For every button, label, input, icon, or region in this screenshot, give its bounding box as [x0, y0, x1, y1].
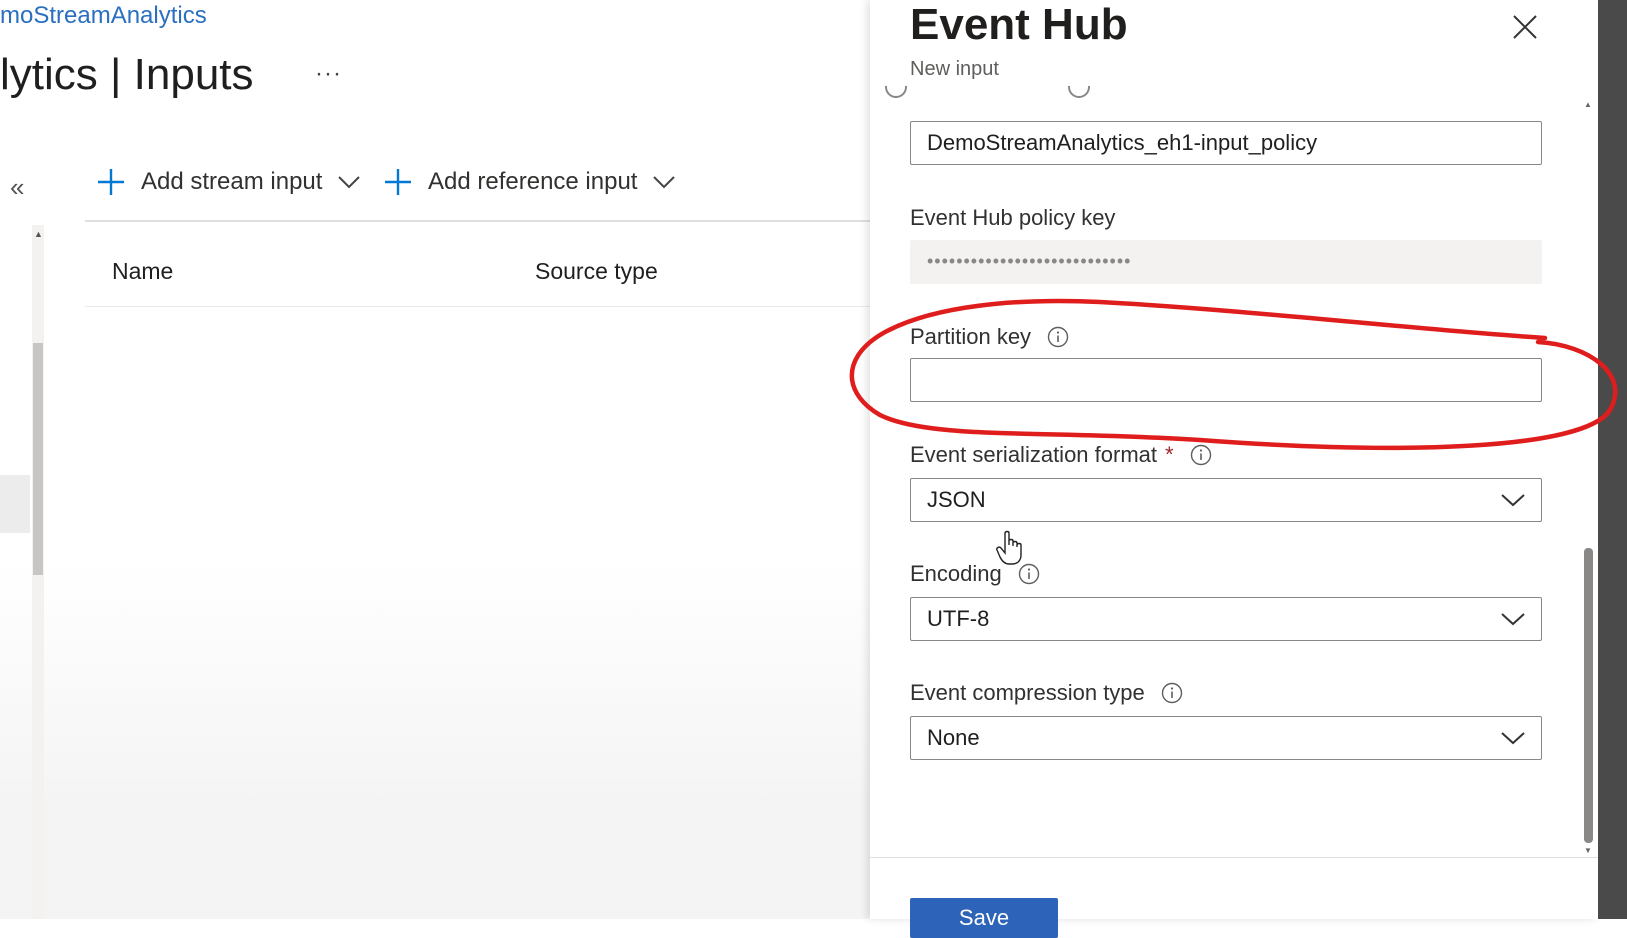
chevron-down-icon — [1501, 613, 1525, 626]
compression-type-dropdown[interactable]: None — [910, 716, 1542, 760]
encoding-dropdown[interactable]: UTF-8 — [910, 597, 1542, 641]
partition-key-input[interactable] — [910, 358, 1542, 402]
compression-type-label: Event compression type — [910, 680, 1183, 706]
info-icon[interactable] — [1047, 326, 1069, 348]
compression-type-value: None — [927, 725, 980, 750]
serialization-format-value: JSON — [927, 487, 986, 512]
scroll-up-icon[interactable]: ▲ — [1584, 100, 1592, 109]
save-button[interactable]: Save — [910, 898, 1058, 938]
partition-key-label: Partition key — [910, 324, 1069, 350]
radio-option-partial[interactable] — [1068, 86, 1090, 100]
plus-icon — [98, 169, 124, 195]
policy-key-label: Event Hub policy key — [910, 205, 1116, 230]
add-stream-input-label: Add stream input — [141, 168, 323, 195]
close-icon[interactable] — [1510, 12, 1540, 42]
hand-cursor-icon — [996, 530, 1022, 565]
left-scrollbar[interactable]: ▲ — [32, 225, 44, 919]
header-divider — [85, 306, 870, 307]
column-header-source-type[interactable]: Source type — [535, 258, 658, 285]
chevron-down-icon — [338, 176, 361, 189]
radio-option-partial[interactable] — [885, 86, 907, 100]
selected-row-stub[interactable] — [0, 475, 30, 533]
scroll-down-icon[interactable]: ▼ — [1584, 846, 1592, 855]
more-options-icon[interactable]: ··· — [315, 60, 342, 88]
info-icon[interactable] — [1161, 682, 1183, 704]
event-hub-panel: Event Hub New input Event Hub policy key… — [870, 0, 1598, 938]
chevron-down-icon — [1501, 494, 1525, 507]
panel-subtitle: New input — [910, 58, 999, 80]
collapse-menu-icon[interactable]: « — [10, 172, 24, 203]
policy-key-field: •••••••••••••••••••••••••••• — [910, 240, 1542, 284]
add-stream-input-button[interactable]: Add stream input — [97, 168, 361, 196]
chevron-down-icon — [653, 176, 676, 189]
serialization-format-dropdown[interactable]: JSON — [910, 478, 1542, 522]
window-edge — [1598, 0, 1627, 919]
info-icon[interactable] — [1190, 444, 1212, 466]
add-reference-input-button[interactable]: Add reference input — [384, 168, 676, 196]
serialization-format-label: Event serialization format * — [910, 442, 1212, 468]
add-reference-input-label: Add reference input — [428, 168, 638, 195]
footer-divider — [870, 857, 1598, 858]
chevron-down-icon — [1501, 732, 1525, 745]
scroll-thumb[interactable] — [33, 343, 43, 575]
panel-title: Event Hub — [910, 0, 1128, 49]
column-header-name[interactable]: Name — [112, 258, 173, 285]
breadcrumb-link[interactable]: moStreamAnalytics — [0, 2, 207, 30]
panel-scrollbar[interactable]: ▲ ▼ — [1581, 100, 1595, 860]
toolbar-divider — [85, 220, 870, 222]
scroll-up-icon[interactable]: ▲ — [34, 229, 43, 239]
required-marker: * — [1165, 442, 1174, 467]
scroll-thumb[interactable] — [1584, 548, 1593, 843]
plus-icon — [385, 169, 411, 195]
info-icon[interactable] — [1018, 563, 1040, 585]
page-title: lytics | Inputs — [0, 50, 254, 99]
encoding-value: UTF-8 — [927, 606, 990, 631]
inputs-page: moStreamAnalytics lytics | Inputs ··· « … — [0, 0, 870, 919]
policy-name-input[interactable] — [910, 121, 1542, 165]
